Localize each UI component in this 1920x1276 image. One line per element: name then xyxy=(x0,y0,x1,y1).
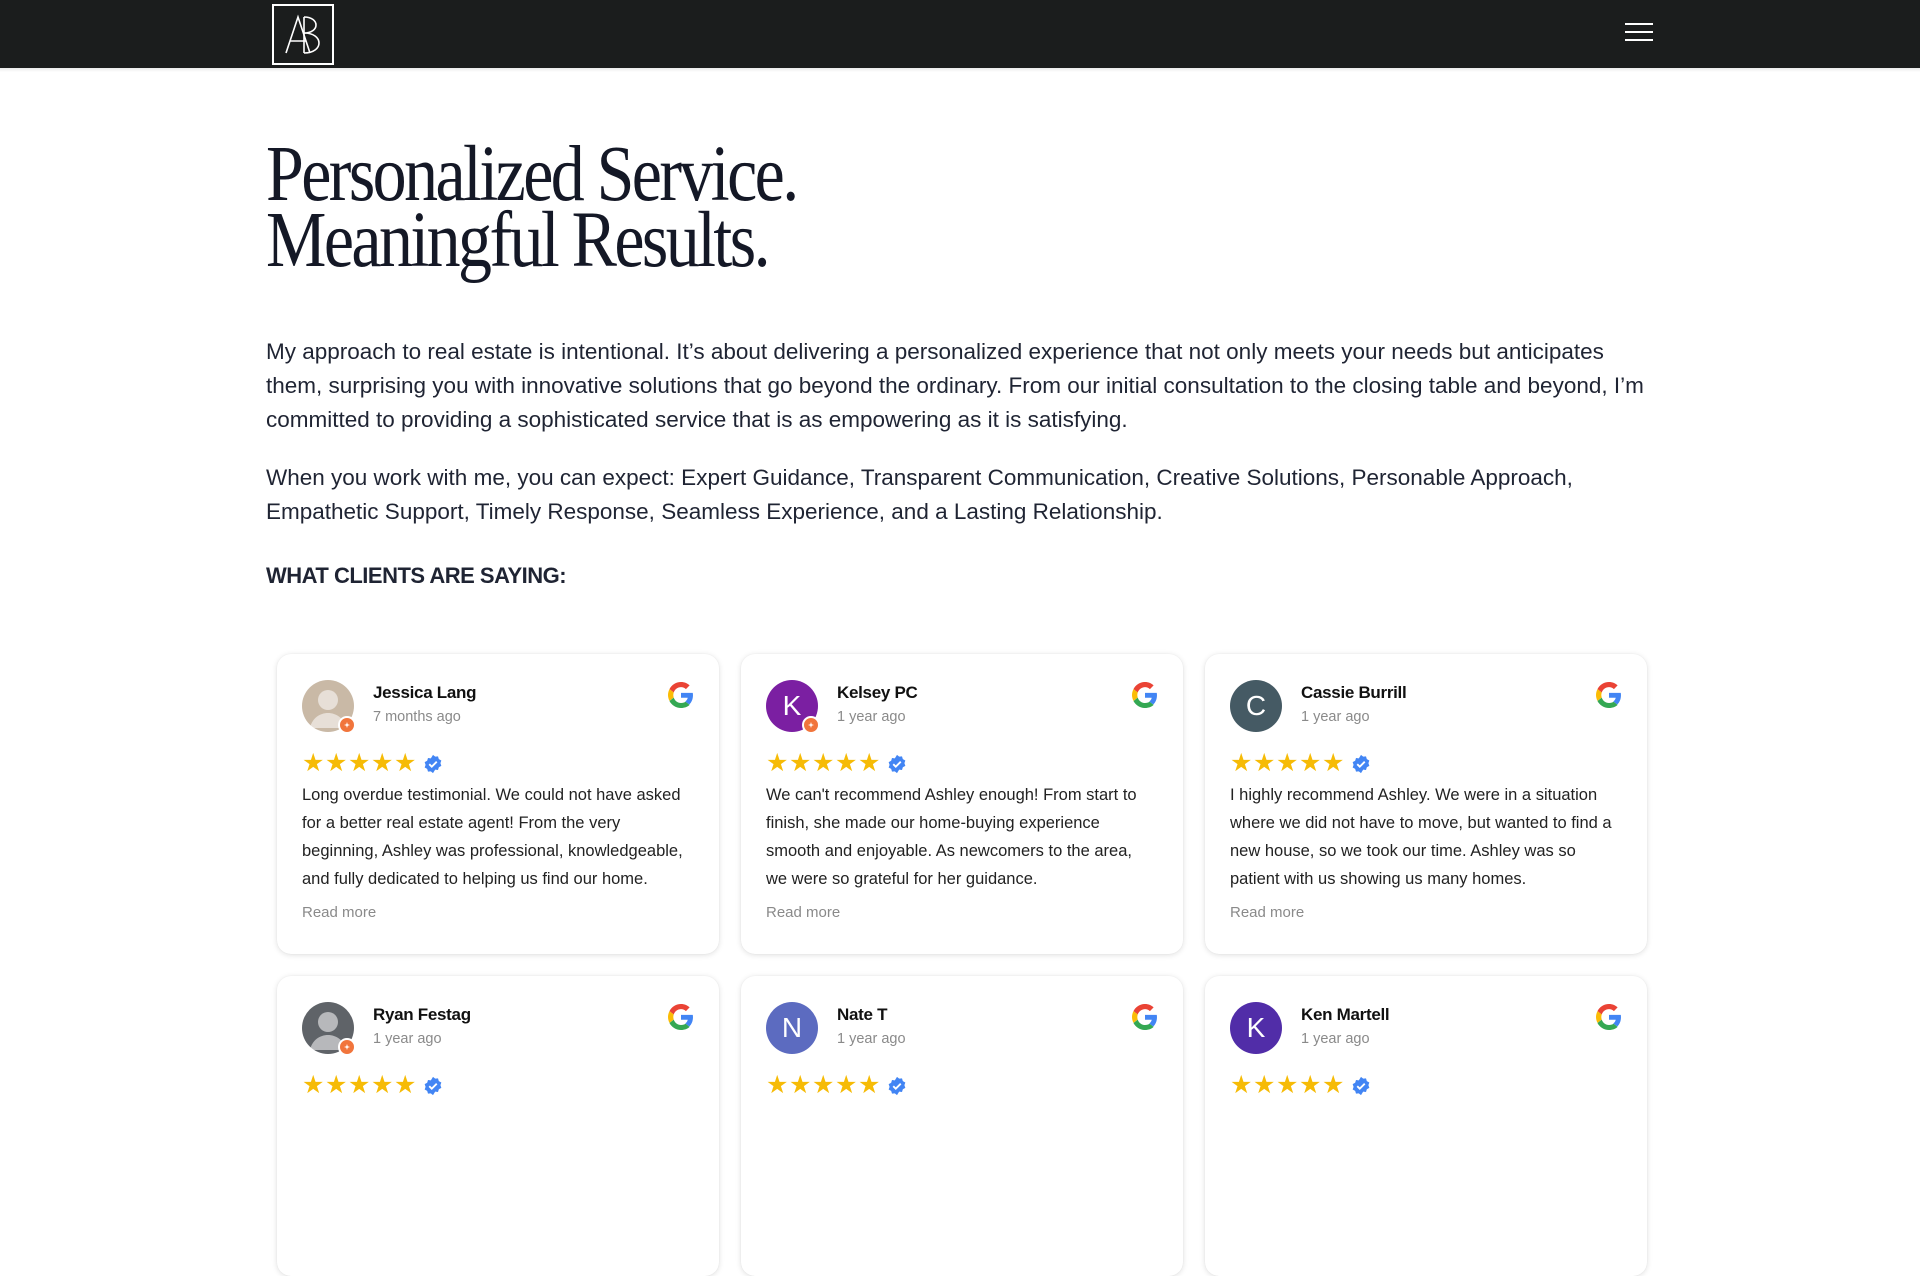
verified-badge-icon xyxy=(1351,754,1371,774)
star-icon: ★ xyxy=(766,1071,789,1099)
star-icon: ★ xyxy=(1276,1071,1299,1099)
testimonials-heading: WHAT CLIENTS ARE SAYING: xyxy=(266,563,567,588)
reviewer-name[interactable]: Cassie Burrill xyxy=(1301,683,1407,703)
verified-badge-icon xyxy=(423,754,443,774)
reviewer-avatar xyxy=(302,680,356,734)
headline-line-2: Meaningful Results. xyxy=(266,197,771,284)
reviewer-avatar: K xyxy=(766,680,820,734)
star-icon: ★ xyxy=(835,749,858,777)
avatar-initial: K xyxy=(782,690,802,721)
star-icon: ★ xyxy=(302,1071,325,1099)
local-guide-badge-icon xyxy=(802,716,820,734)
star-icon: ★ xyxy=(1253,1071,1276,1099)
reviewer-avatar xyxy=(302,1002,356,1056)
hamburger-menu-icon[interactable] xyxy=(1622,19,1656,45)
review-card: N Nate T1 year ago ★ ★ ★ ★ ★ xyxy=(741,976,1183,1276)
google-icon xyxy=(1132,1004,1158,1030)
review-text: I highly recommend Ashley. We were in a … xyxy=(1230,786,1612,888)
google-icon xyxy=(668,682,694,708)
star-rating: ★ ★ ★ ★ ★ xyxy=(302,749,443,777)
reviewer-name[interactable]: Jessica Lang xyxy=(373,683,476,703)
star-icon: ★ xyxy=(858,1071,881,1099)
avatar-initial: K xyxy=(1246,1012,1266,1043)
verified-badge-icon xyxy=(887,1076,907,1096)
review-text: We can't recommend Ashley enough! From s… xyxy=(766,786,1137,888)
avatar-initial: N xyxy=(781,1012,803,1043)
review-card: K Kelsey PC 1 year ago ★ ★ ★ ★ ★ We can't recomm… xyxy=(741,654,1183,954)
google-icon xyxy=(1132,682,1158,708)
header-shadow xyxy=(0,68,1920,72)
star-icon: ★ xyxy=(1276,749,1299,777)
star-icon: ★ xyxy=(1230,1071,1253,1099)
star-rating: ★ ★ ★ ★ ★ xyxy=(1230,1071,1371,1099)
google-icon xyxy=(1596,682,1622,708)
review-date: 7 months ago xyxy=(373,709,461,725)
ab-logo[interactable] xyxy=(272,4,334,65)
star-rating: ★ ★ ★ ★ ★ xyxy=(302,1071,443,1099)
star-icon: ★ xyxy=(325,749,348,777)
avatar-initial: C xyxy=(1245,690,1267,721)
reviewer-avatar: K xyxy=(1230,1002,1282,1054)
review-text: Long overdue testimonial. We could not h… xyxy=(302,786,683,888)
page-headline: Personalized Service. Meaningful Results… xyxy=(266,135,1040,284)
star-icon: ★ xyxy=(1322,1071,1345,1099)
read-more-link[interactable]: Read more xyxy=(766,904,840,921)
review-date: 1 year ago xyxy=(373,1031,442,1047)
review-card: Jessica Lang 7 months ago ★ ★ ★ ★ ★ Long overdu… xyxy=(277,654,719,954)
star-icon: ★ xyxy=(812,1071,835,1099)
star-rating: ★ ★ ★ ★ ★ xyxy=(766,1071,907,1099)
read-more-link[interactable]: Read more xyxy=(1230,904,1304,921)
intro-paragraph: My approach to real estate is intentiona… xyxy=(266,339,1644,432)
star-icon: ★ xyxy=(348,749,371,777)
star-icon: ★ xyxy=(371,749,394,777)
star-icon: ★ xyxy=(789,749,812,777)
star-icon: ★ xyxy=(302,749,325,777)
reviewer-name[interactable]: Ken Martell xyxy=(1301,1005,1390,1025)
star-icon: ★ xyxy=(371,1071,394,1099)
star-icon: ★ xyxy=(1299,749,1322,777)
star-icon: ★ xyxy=(1322,749,1345,777)
star-icon: ★ xyxy=(325,1071,348,1099)
reviewer-name[interactable]: Kelsey PC xyxy=(837,683,918,703)
reviewer-name[interactable]: Nate T xyxy=(837,1005,887,1025)
star-icon: ★ xyxy=(348,1071,371,1099)
review-date: 1 year ago xyxy=(837,1031,906,1047)
star-icon: ★ xyxy=(835,1071,858,1099)
star-rating: ★ ★ ★ ★ ★ xyxy=(1230,749,1371,777)
review-card: C Cassie Burrill 1 year ago ★ ★ ★ ★ ★ I highly r… xyxy=(1205,654,1647,954)
ab-monogram-icon xyxy=(285,13,320,54)
local-guide-badge-icon xyxy=(338,716,356,734)
verified-badge-icon xyxy=(423,1076,443,1096)
verified-badge-icon xyxy=(887,754,907,774)
review-date: 1 year ago xyxy=(1301,709,1370,725)
reviewer-avatar: C xyxy=(1230,680,1282,732)
google-icon xyxy=(668,1004,694,1030)
star-icon: ★ xyxy=(394,1071,417,1099)
star-icon: ★ xyxy=(1253,749,1276,777)
review-card: Ryan Festag 1 year ago ★ ★ ★ ★ ★ xyxy=(277,976,719,1276)
star-icon: ★ xyxy=(1299,1071,1322,1099)
star-icon: ★ xyxy=(1230,749,1253,777)
star-icon: ★ xyxy=(858,749,881,777)
star-icon: ★ xyxy=(394,749,417,777)
reviewer-avatar: N xyxy=(766,1002,818,1054)
star-rating: ★ ★ ★ ★ ★ xyxy=(766,749,907,777)
review-date: 1 year ago xyxy=(1301,1031,1370,1047)
expectations-paragraph: When you work with me, you can expect: E… xyxy=(266,465,1573,524)
verified-badge-icon xyxy=(1351,1076,1371,1096)
google-icon xyxy=(1596,1004,1622,1030)
star-icon: ★ xyxy=(789,1071,812,1099)
review-date: 1 year ago xyxy=(837,709,906,725)
top-navigation-bar xyxy=(0,0,1920,68)
read-more-link[interactable]: Read more xyxy=(302,904,376,921)
local-guide-badge-icon xyxy=(338,1038,356,1056)
reviewer-name[interactable]: Ryan Festag xyxy=(373,1005,471,1025)
review-card: K Ken Martell 1 year ago ★ ★ ★ ★ ★ xyxy=(1205,976,1647,1276)
star-icon: ★ xyxy=(766,749,789,777)
star-icon: ★ xyxy=(812,749,835,777)
